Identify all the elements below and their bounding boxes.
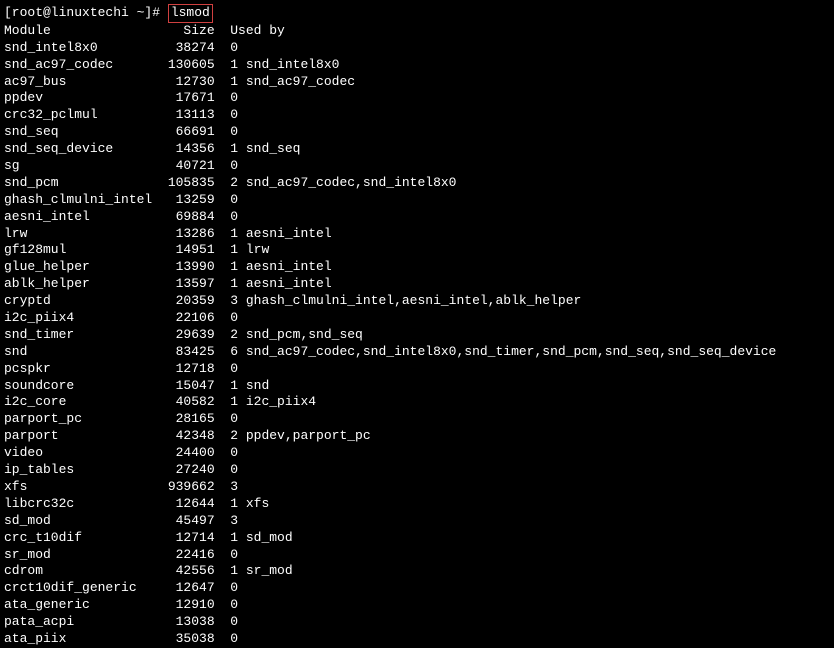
module-row: snd_pcm 105835 2 snd_ac97_codec,snd_inte… bbox=[4, 175, 830, 192]
module-row: pata_acpi 13038 0 bbox=[4, 614, 830, 631]
module-row: snd_intel8x0 38274 0 bbox=[4, 40, 830, 57]
module-row: i2c_core 40582 1 i2c_piix4 bbox=[4, 394, 830, 411]
module-row: ghash_clmulni_intel 13259 0 bbox=[4, 192, 830, 209]
module-row: lrw 13286 1 aesni_intel bbox=[4, 226, 830, 243]
module-row: glue_helper 13990 1 aesni_intel bbox=[4, 259, 830, 276]
module-row: crc32_pclmul 13113 0 bbox=[4, 107, 830, 124]
terminal-prompt-line[interactable]: [root@linuxtechi ~]# lsmod bbox=[4, 4, 830, 23]
module-row: snd_seq_device 14356 1 snd_seq bbox=[4, 141, 830, 158]
module-row: ppdev 17671 0 bbox=[4, 90, 830, 107]
module-row: i2c_piix4 22106 0 bbox=[4, 310, 830, 327]
module-row: ac97_bus 12730 1 snd_ac97_codec bbox=[4, 74, 830, 91]
module-row: snd_seq 66691 0 bbox=[4, 124, 830, 141]
module-row: libcrc32c 12644 1 xfs bbox=[4, 496, 830, 513]
command-text: lsmod bbox=[168, 4, 213, 23]
module-row: ata_piix 35038 0 bbox=[4, 631, 830, 648]
module-row: ata_generic 12910 0 bbox=[4, 597, 830, 614]
module-row: xfs 939662 3 bbox=[4, 479, 830, 496]
module-row: aesni_intel 69884 0 bbox=[4, 209, 830, 226]
module-row: video 24400 0 bbox=[4, 445, 830, 462]
lsmod-output: snd_intel8x0 38274 0snd_ac97_codec 13060… bbox=[4, 40, 830, 648]
module-row: pcspkr 12718 0 bbox=[4, 361, 830, 378]
prompt-text: [root@linuxtechi ~]# bbox=[4, 5, 168, 20]
module-row: snd 83425 6 snd_ac97_codec,snd_intel8x0,… bbox=[4, 344, 830, 361]
module-row: sg 40721 0 bbox=[4, 158, 830, 175]
module-row: snd_timer 29639 2 snd_pcm,snd_seq bbox=[4, 327, 830, 344]
module-row: cdrom 42556 1 sr_mod bbox=[4, 563, 830, 580]
module-row: soundcore 15047 1 snd bbox=[4, 378, 830, 395]
module-row: ip_tables 27240 0 bbox=[4, 462, 830, 479]
module-row: sd_mod 45497 3 bbox=[4, 513, 830, 530]
module-row: snd_ac97_codec 130605 1 snd_intel8x0 bbox=[4, 57, 830, 74]
module-row: cryptd 20359 3 ghash_clmulni_intel,aesni… bbox=[4, 293, 830, 310]
module-row: crct10dif_generic 12647 0 bbox=[4, 580, 830, 597]
lsmod-header-row: Module Size Used by bbox=[4, 23, 830, 40]
module-row: sr_mod 22416 0 bbox=[4, 547, 830, 564]
module-row: gf128mul 14951 1 lrw bbox=[4, 242, 830, 259]
module-row: ablk_helper 13597 1 aesni_intel bbox=[4, 276, 830, 293]
module-row: crc_t10dif 12714 1 sd_mod bbox=[4, 530, 830, 547]
module-row: parport 42348 2 ppdev,parport_pc bbox=[4, 428, 830, 445]
module-row: parport_pc 28165 0 bbox=[4, 411, 830, 428]
